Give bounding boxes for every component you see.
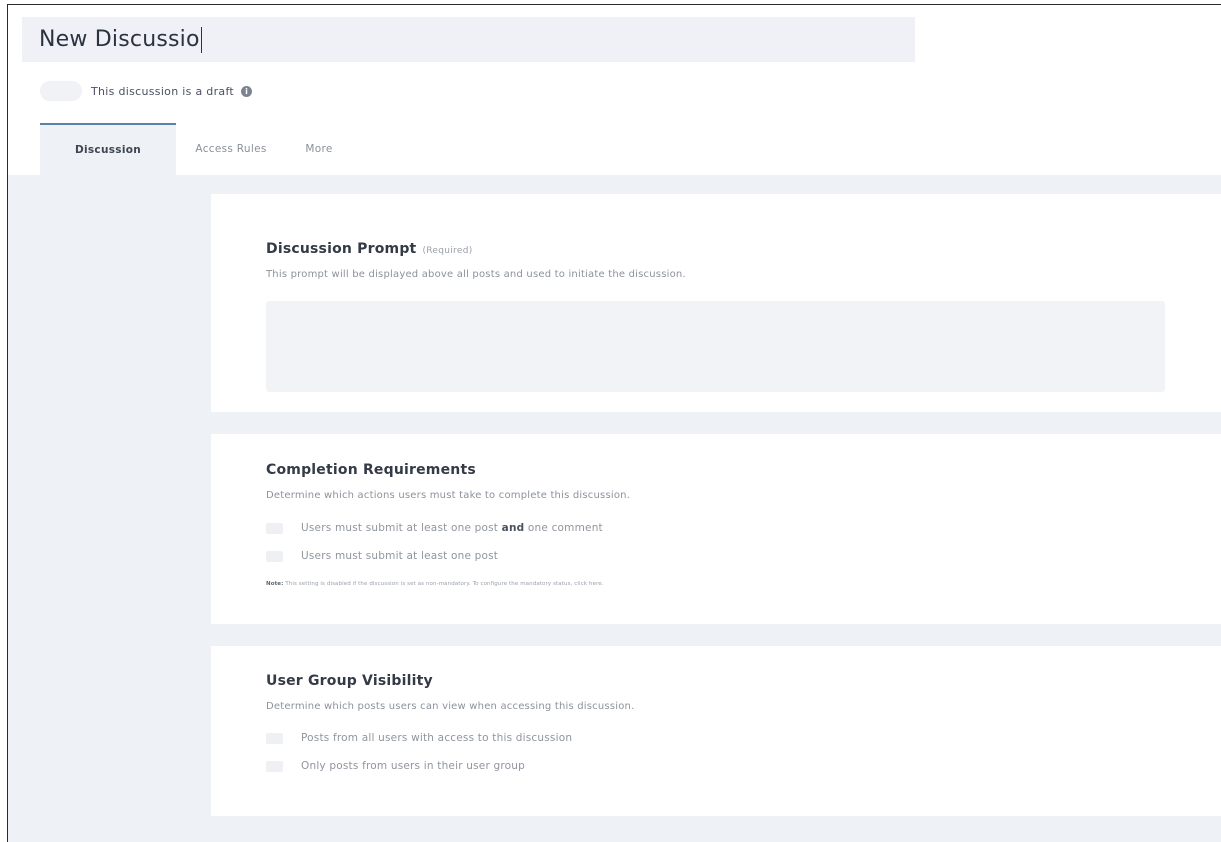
text-caret	[200, 26, 202, 53]
option-label: Users must submit at least one post	[301, 550, 499, 562]
discussion-title-input[interactable]: New Discussio	[39, 27, 200, 52]
visibility-option-all-users[interactable]: Posts from all users with access to this…	[266, 732, 572, 744]
visibility-option-user-group[interactable]: Only posts from users in their user grou…	[266, 760, 525, 772]
completion-note: Note: This setting is disabled if the di…	[266, 581, 604, 587]
user-group-visibility-title: User Group Visibility	[266, 673, 433, 689]
app-frame: New Discussio This discussion is a draft…	[7, 4, 1221, 842]
draft-toggle-row: This discussion is a draft i	[40, 81, 253, 101]
option-label: Users must submit at least one post and …	[301, 522, 603, 534]
content-area: Discussion Prompt (Required) This prompt …	[8, 175, 1221, 842]
checkbox[interactable]	[266, 550, 283, 562]
discussion-prompt-card: Discussion Prompt (Required) This prompt …	[211, 194, 1221, 412]
option-label: Only posts from users in their user grou…	[301, 760, 526, 772]
completion-requirements-card: Completion Requirements Determine which …	[211, 434, 1221, 624]
option-label: Posts from all users with access to this…	[301, 732, 573, 744]
discussion-prompt-description: This prompt will be displayed above all …	[266, 269, 686, 280]
user-group-visibility-card: User Group Visibility Determine which po…	[211, 646, 1221, 816]
completion-option-post-and-comment[interactable]: Users must submit at least one post and …	[266, 522, 603, 534]
required-label: (Required)	[422, 246, 473, 256]
checkbox[interactable]	[266, 522, 283, 534]
tab-access-rules[interactable]: Access Rules	[176, 123, 286, 175]
tab-bar: Discussion Access Rules More	[40, 123, 352, 175]
discussion-prompt-title: Discussion Prompt	[266, 241, 417, 257]
tab-more[interactable]: More	[286, 123, 352, 175]
tab-discussion[interactable]: Discussion	[40, 123, 176, 175]
discussion-title-field[interactable]: New Discussio	[22, 17, 915, 62]
discussion-prompt-heading: Discussion Prompt (Required)	[266, 241, 473, 257]
draft-label: This discussion is a draft	[91, 84, 235, 98]
completion-option-one-post[interactable]: Users must submit at least one post	[266, 550, 498, 562]
completion-requirements-description: Determine which actions users must take …	[266, 490, 631, 501]
draft-toggle[interactable]	[40, 81, 82, 101]
user-group-visibility-description: Determine which posts users can view whe…	[266, 701, 635, 712]
completion-requirements-title: Completion Requirements	[266, 462, 476, 478]
info-icon[interactable]: i	[241, 85, 253, 97]
checkbox[interactable]	[266, 732, 283, 744]
discussion-prompt-editor[interactable]	[266, 301, 1165, 392]
checkbox[interactable]	[266, 760, 283, 772]
